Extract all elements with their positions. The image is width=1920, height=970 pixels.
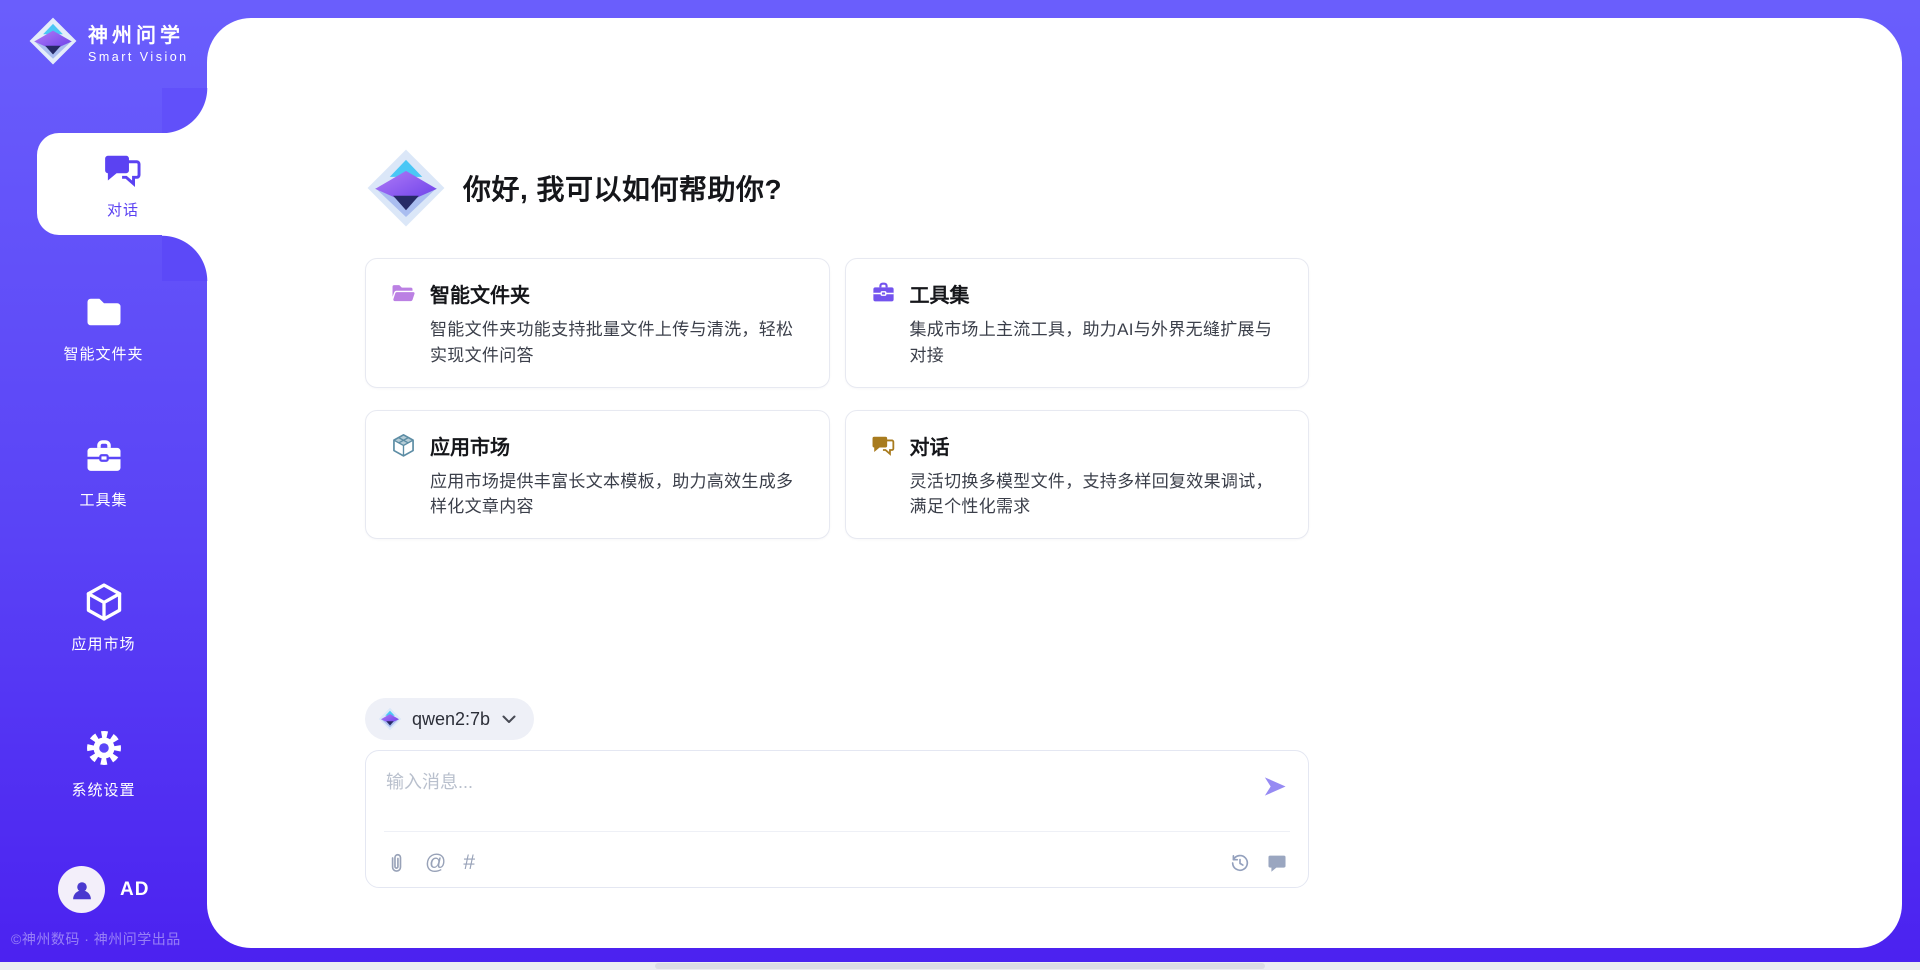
- sidebar-item-label: 系统设置: [71, 779, 135, 800]
- card-chat[interactable]: 对话 灵活切换多模型文件，支持多样回复效果调试，满足个性化需求: [845, 410, 1310, 540]
- card-smart-folder[interactable]: 智能文件夹 智能文件夹功能支持批量文件上传与清洗，轻松实现文件问答: [365, 258, 830, 388]
- history-icon[interactable]: [1229, 852, 1251, 874]
- model-selector[interactable]: qwen2:7b: [365, 698, 534, 740]
- active-pill-fillet-bottom: [162, 235, 208, 281]
- model-name: qwen2:7b: [412, 709, 490, 730]
- brand-name: 神州问学: [88, 19, 189, 48]
- chat-home: 你好, 我可以如何帮助你? 智能文件夹 智能文件夹功能支持批量文件上传与清洗，轻…: [365, 147, 1309, 888]
- composer-toolbar: @ #: [386, 852, 1288, 874]
- sidebar-item-smart-folder[interactable]: 智能文件夹: [0, 290, 207, 364]
- card-title: 工具集: [910, 279, 970, 308]
- feedback-chat-icon[interactable]: [1266, 852, 1288, 874]
- chevron-down-icon: [502, 715, 516, 724]
- card-title: 应用市场: [430, 431, 510, 460]
- sidebar-item-settings[interactable]: 系统设置: [0, 726, 207, 800]
- mention-icon[interactable]: @: [425, 852, 446, 874]
- card-description: 智能文件夹功能支持批量文件上传与清洗，轻松实现文件问答: [430, 317, 805, 369]
- card-description: 应用市场提供丰富长文本模板，助力高效生成多样化文章内容: [430, 469, 805, 521]
- send-icon[interactable]: [1261, 773, 1288, 800]
- person-icon: [69, 877, 95, 903]
- sidebar-item-label: 应用市场: [71, 633, 135, 654]
- sidebar-item-toolset[interactable]: 工具集: [0, 436, 207, 510]
- user-account[interactable]: AD: [0, 866, 207, 913]
- toolbox-icon: [870, 280, 897, 307]
- card-title: 对话: [910, 431, 950, 460]
- message-input[interactable]: [366, 751, 1308, 825]
- sidebar-item-label: 工具集: [79, 489, 127, 510]
- avatar: [58, 866, 105, 913]
- brand-diamond-icon: [28, 16, 78, 66]
- card-app-market[interactable]: 应用市场 应用市场提供丰富长文本模板，助力高效生成多样化文章内容: [365, 410, 830, 540]
- card-description: 灵活切换多模型文件，支持多样回复效果调试，满足个性化需求: [910, 469, 1285, 521]
- assistant-diamond-icon: [365, 147, 447, 229]
- card-description: 集成市场上主流工具，助力AI与外界无缝扩展与对接: [910, 317, 1285, 369]
- copyright-text: ©神州数码 · 神州问学出品: [11, 929, 211, 949]
- attachment-icon[interactable]: [386, 852, 408, 874]
- model-logo-icon: [378, 707, 402, 731]
- card-title: 智能文件夹: [430, 279, 530, 308]
- feature-cards: 智能文件夹 智能文件夹功能支持批量文件上传与清洗，轻松实现文件问答 工具集 集成…: [365, 258, 1309, 539]
- sidebar-item-app-market[interactable]: 应用市场: [0, 580, 207, 654]
- composer-divider: [384, 831, 1290, 832]
- hashtag-icon[interactable]: #: [463, 852, 475, 874]
- card-toolset[interactable]: 工具集 集成市场上主流工具，助力AI与外界无缝扩展与对接: [845, 258, 1310, 388]
- user-name: AD: [120, 879, 149, 901]
- sidebar: 神州问学 Smart Vision 对话 智能文件夹 工具集 应用市场: [0, 0, 207, 948]
- horizontal-scrollbar[interactable]: [0, 962, 1920, 970]
- cube-icon: [82, 580, 126, 624]
- sidebar-item-label: 对话: [107, 199, 139, 220]
- sidebar-item-chat[interactable]: 对话: [37, 133, 209, 235]
- cube-grid-icon: [390, 432, 417, 459]
- brand-subtitle: Smart Vision: [88, 50, 189, 64]
- gear-icon: [82, 726, 126, 770]
- chat-icon: [870, 432, 897, 459]
- chat-icon: [101, 148, 145, 192]
- scrollbar-thumb[interactable]: [655, 963, 1265, 969]
- toolbox-icon: [82, 436, 126, 480]
- active-pill-fillet-top: [162, 88, 208, 134]
- greeting-title: 你好, 我可以如何帮助你?: [463, 168, 782, 208]
- sidebar-item-label: 智能文件夹: [63, 343, 143, 364]
- brand-logo: 神州问学 Smart Vision: [28, 16, 189, 66]
- message-composer: @ #: [365, 750, 1309, 888]
- greeting: 你好, 我可以如何帮助你?: [365, 147, 1309, 229]
- folder-open-icon: [390, 280, 417, 307]
- folder-icon: [82, 290, 126, 334]
